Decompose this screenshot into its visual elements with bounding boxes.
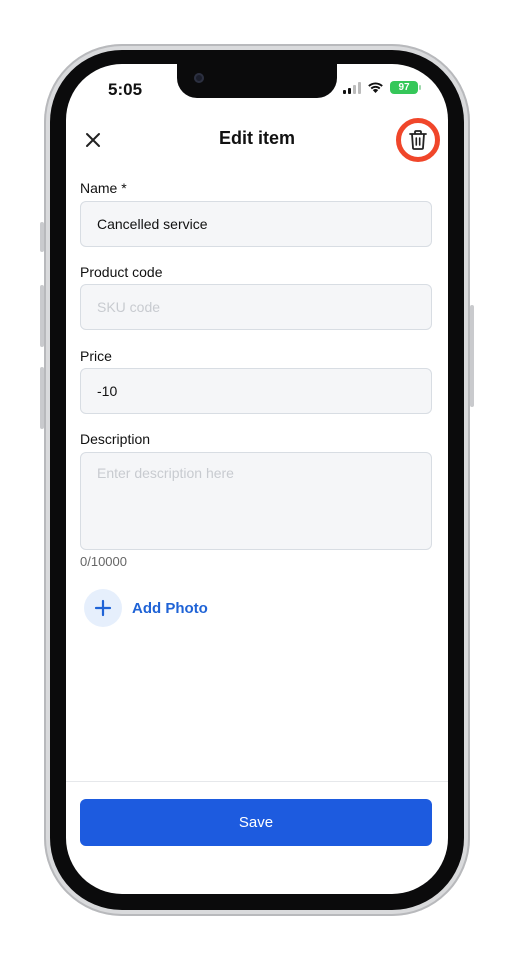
price-label: Price — [80, 348, 112, 364]
product-code-field[interactable] — [80, 284, 432, 330]
name-field[interactable] — [80, 201, 432, 247]
description-label: Description — [80, 431, 151, 447]
plus-icon — [84, 589, 122, 627]
trash-icon — [409, 130, 427, 150]
volume-up-button — [40, 285, 44, 347]
product-code-label: Product code — [80, 264, 163, 280]
volume-down-button — [40, 367, 44, 429]
battery-icon: 97 — [390, 81, 421, 94]
top-nav: Edit item — [66, 118, 448, 162]
footer-divider — [66, 781, 448, 782]
battery-level: 97 — [398, 82, 410, 93]
wifi-icon — [368, 82, 383, 93]
add-photo-label: Add Photo — [132, 599, 208, 617]
status-time: 5:05 — [108, 80, 143, 99]
save-button[interactable]: Save — [80, 799, 432, 846]
phone-screen: 5:05 97 Edit item Name * Prod — [66, 64, 448, 894]
page-title: Edit item — [218, 128, 295, 148]
name-label: Name * — [80, 180, 127, 196]
power-button — [470, 305, 474, 407]
status-icons: 97 — [343, 81, 421, 94]
description-counter: 0/10000 — [80, 554, 127, 569]
mute-switch — [40, 222, 44, 252]
camera-icon — [194, 73, 204, 83]
price-field[interactable] — [80, 368, 432, 414]
cellular-signal-icon — [343, 81, 361, 94]
delete-button[interactable] — [396, 118, 440, 162]
add-photo-button[interactable]: Add Photo — [84, 589, 208, 627]
description-field[interactable] — [80, 452, 432, 550]
